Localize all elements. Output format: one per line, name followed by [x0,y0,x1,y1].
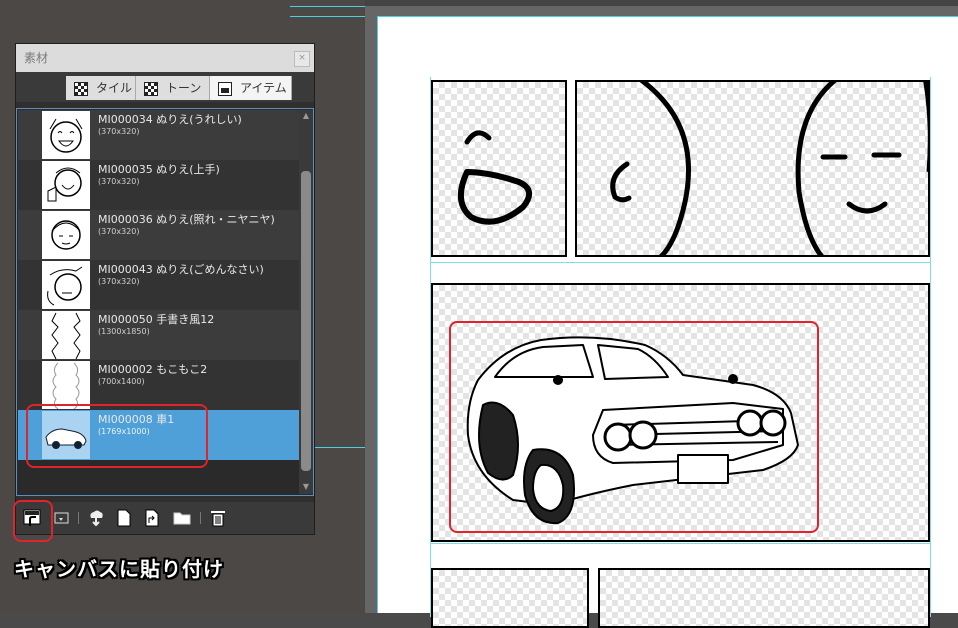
material-thumbnail [42,311,90,359]
list-item[interactable]: MI000043 ぬりえ(ごめんなさい) (370x320) [18,260,300,310]
trash-icon[interactable] [208,508,228,528]
material-thumbnail [42,261,90,309]
palette-tabs: タイル トーン アイテム [16,72,314,102]
material-thumbnail [42,111,90,159]
item-name: MI000002 もこもこ2 [98,363,208,376]
item-size: (370x320) [98,177,140,186]
comic-panel-mouth[interactable] [431,80,567,257]
item-size: (370x320) [98,277,140,286]
tab-tile[interactable]: タイル [66,76,136,100]
material-thumbnail [42,211,90,259]
list-item[interactable]: MI000002 もこもこ2 (700x1400) [18,360,300,410]
canvas-top-ruler [365,0,958,6]
scroll-down-icon[interactable]: ▼ [301,482,311,492]
mouth-face-drawing [458,130,532,225]
close-icon[interactable]: × [294,51,310,67]
item-size: (370x320) [98,127,140,136]
guide-line [313,447,365,448]
item-name: MI000036 ぬりえ(照れ・ニヤニヤ) [98,213,275,226]
tab-label: タイル [96,81,133,95]
import-icon[interactable] [142,508,162,528]
item-icon [218,81,232,96]
frame-guide [430,262,930,263]
palette-title: 素材 [16,44,314,72]
list-item[interactable]: MI000050 手書き風12 (1300x1850) [18,310,300,360]
list-item[interactable]: MI000035 ぬりえ(上手) (370x320) [18,160,300,210]
item-size: (700x1400) [98,377,145,386]
selected-item-highlight [26,404,208,468]
guide-line [290,16,368,17]
instruction-caption: キャンバスに貼り付け [14,557,224,581]
pasted-item-highlight [449,321,819,533]
new-file-icon[interactable] [114,508,134,528]
tab-tone[interactable]: トーン [136,76,210,100]
list-item[interactable]: MI000036 ぬりえ(照れ・ニヤニヤ) (370x320) [18,210,300,260]
frame-guide [930,77,931,617]
item-name: MI000043 ぬりえ(ごめんなさい) [98,263,264,276]
item-name: MI000035 ぬりえ(上手) [98,163,220,176]
item-name: MI000034 ぬりえ(うれしい) [98,113,242,126]
material-thumbnail [42,161,90,209]
tab-label: アイテム [240,81,287,95]
folder-icon[interactable] [172,508,192,528]
scroll-up-icon[interactable]: ▲ [301,111,311,121]
faces-drawing [610,82,928,255]
tone-icon [144,81,158,96]
scrollbar-thumb[interactable] [301,171,311,471]
download-icon[interactable] [86,508,106,528]
guide-line [290,6,368,7]
paste-icon[interactable] [52,508,72,528]
comic-panel-bottom-right[interactable] [598,568,930,628]
paste-button-highlight [13,500,53,542]
list-item[interactable]: MI000034 ぬりえ(うれしい) (370x320) [18,110,300,160]
material-thumbnail [42,361,90,409]
item-size: (1300x1850) [98,327,150,336]
item-name: MI000050 手書き風12 [98,313,215,326]
tile-icon [74,81,88,96]
tab-label: トーン [166,81,202,95]
frame-guide [430,543,930,544]
toolbar-separator [78,512,79,524]
tab-item[interactable]: アイテム [210,76,292,100]
toolbar-separator [200,512,201,524]
item-size: (370x320) [98,227,140,236]
comic-panel-faces[interactable] [575,80,930,257]
comic-panel-bottom-left[interactable] [431,568,589,628]
palette-toolbar [16,502,314,534]
